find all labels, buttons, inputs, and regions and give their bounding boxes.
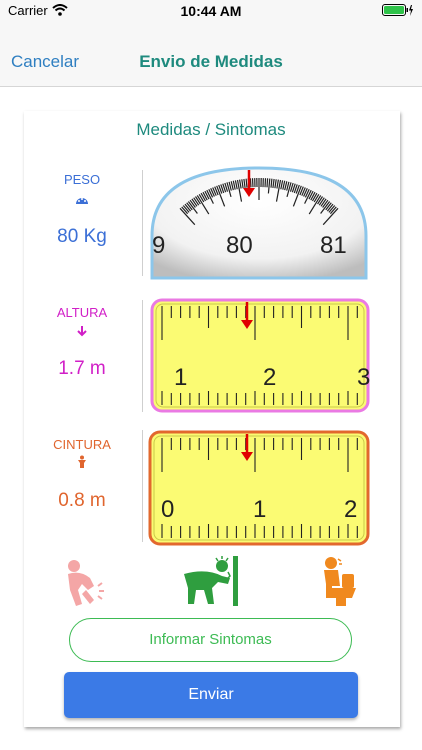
section-title: Medidas / Sintomas <box>136 120 286 139</box>
divider <box>142 170 143 276</box>
vomiting-icon[interactable] <box>178 554 240 613</box>
scale-number: 80 <box>226 232 253 259</box>
speedometer-icon <box>32 192 132 210</box>
waist-label: CINTURA <box>53 437 111 452</box>
height-label: ALTURA <box>56 305 108 320</box>
weight-label: PESO <box>63 172 101 187</box>
scale-number: 81 <box>320 232 347 259</box>
page-title: Envio de Medidas <box>139 52 283 71</box>
status-bar: Carrier 10:44 AM <box>0 0 422 22</box>
clock: 10:44 AM <box>180 3 242 19</box>
scale-number: 1 <box>174 364 187 391</box>
battery-icon <box>382 4 414 22</box>
waist-ruler-gauge[interactable]: 0 1 2 <box>148 430 370 551</box>
weight-value: 80 Kg <box>57 226 107 247</box>
scale-number: 2 <box>344 496 357 523</box>
divider <box>142 430 143 542</box>
scale-number: 9 <box>152 232 165 259</box>
scale-number: 0 <box>161 496 174 523</box>
arrow-down-icon <box>32 324 132 342</box>
scale-number: 3 <box>357 364 370 391</box>
person-icon <box>32 455 132 474</box>
toilet-icon[interactable] <box>318 554 358 613</box>
send-button[interactable]: Enviar <box>64 672 358 718</box>
navigation-bar: Cancelar Envio de Medidas <box>0 22 422 87</box>
waist-value: 0.8 m <box>58 490 106 511</box>
divider <box>142 300 143 412</box>
scale-number: 2 <box>263 364 276 391</box>
weight-scale-gauge[interactable]: 9 80 81 <box>150 166 368 285</box>
scale-number: 1 <box>253 496 266 523</box>
report-symptoms-button[interactable]: Informar Sintomas <box>69 618 352 662</box>
height-value: 1.7 m <box>58 358 106 379</box>
stomach-pain-icon[interactable] <box>60 556 112 613</box>
height-ruler-gauge[interactable]: 1 2 3 <box>150 298 370 418</box>
